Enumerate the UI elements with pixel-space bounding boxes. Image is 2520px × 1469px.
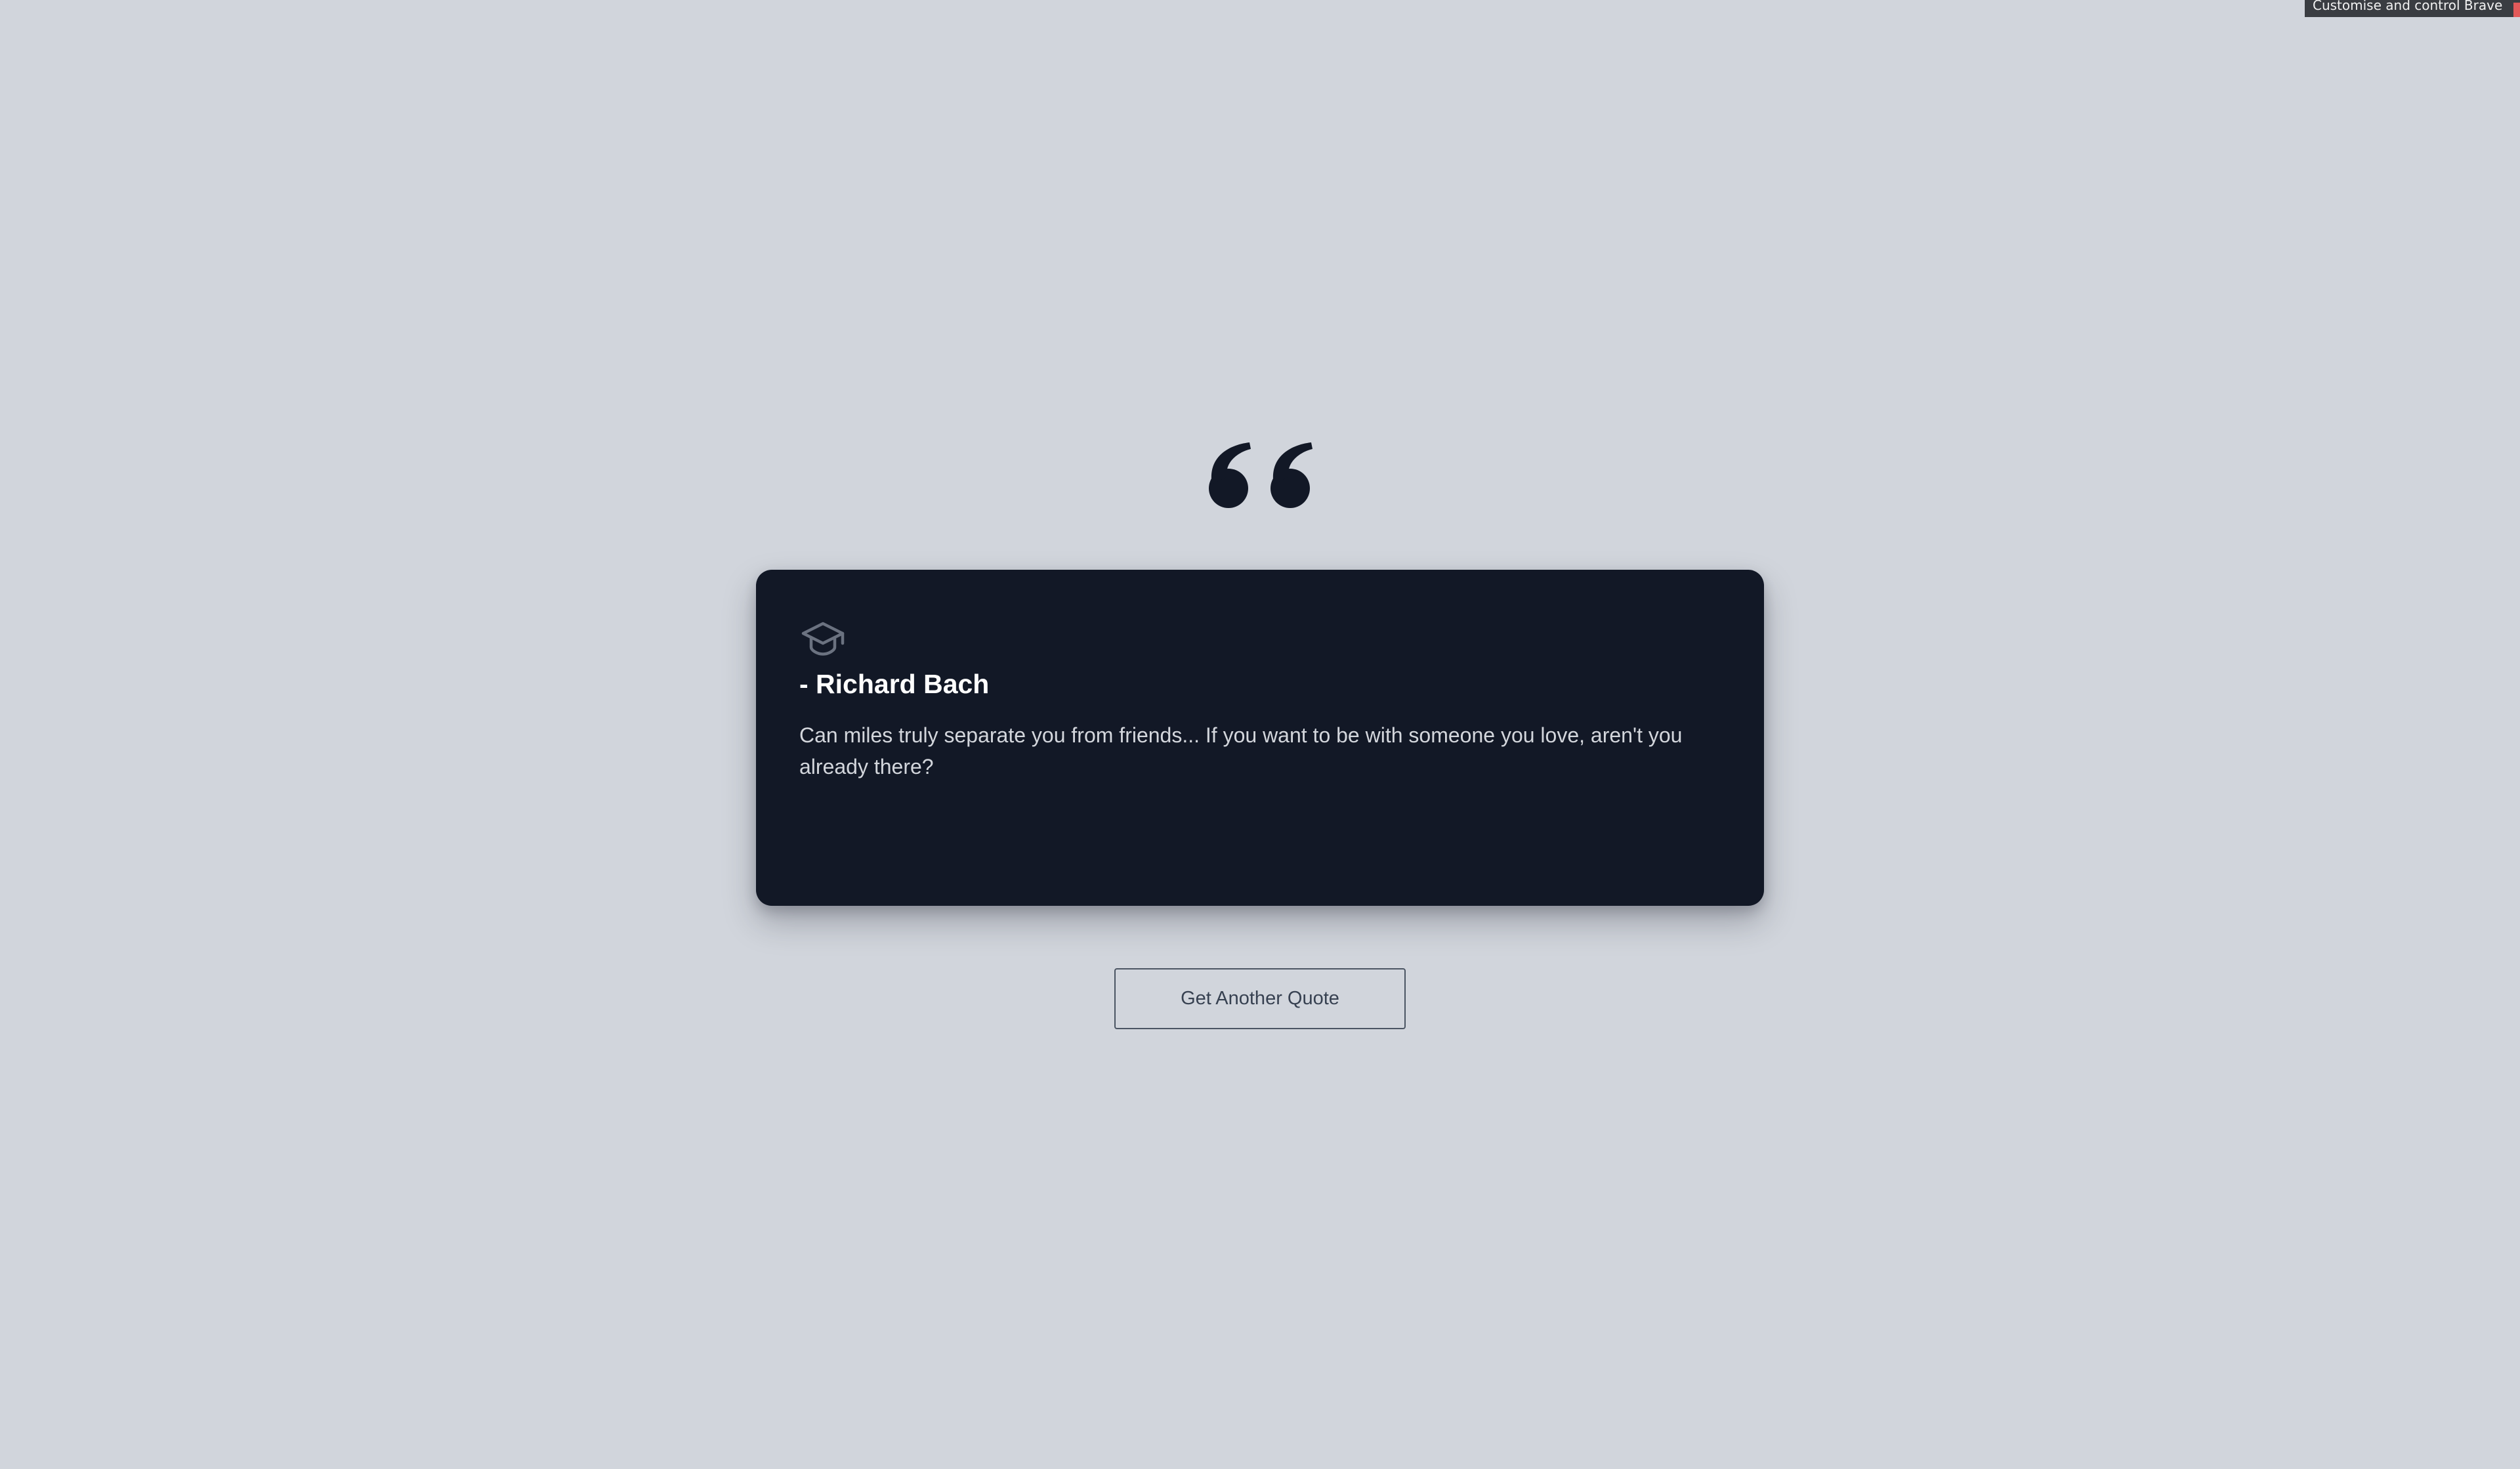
quote-author: - Richard Bach (799, 669, 990, 699)
browser-tooltip-text: Customise and control Brave (2313, 0, 2503, 13)
quote-open-icon (1209, 442, 1312, 508)
tooltip-accent (2513, 3, 2520, 17)
browser-tooltip: Customise and control Brave (2305, 0, 2520, 17)
quote-text: Can miles truly separate you from friend… (799, 723, 1683, 778)
quote-card: - Richard Bach Can miles truly separate … (756, 570, 1764, 906)
graduation-cap-icon (801, 622, 845, 656)
get-another-quote-button[interactable]: Get Another Quote (1114, 968, 1406, 1029)
